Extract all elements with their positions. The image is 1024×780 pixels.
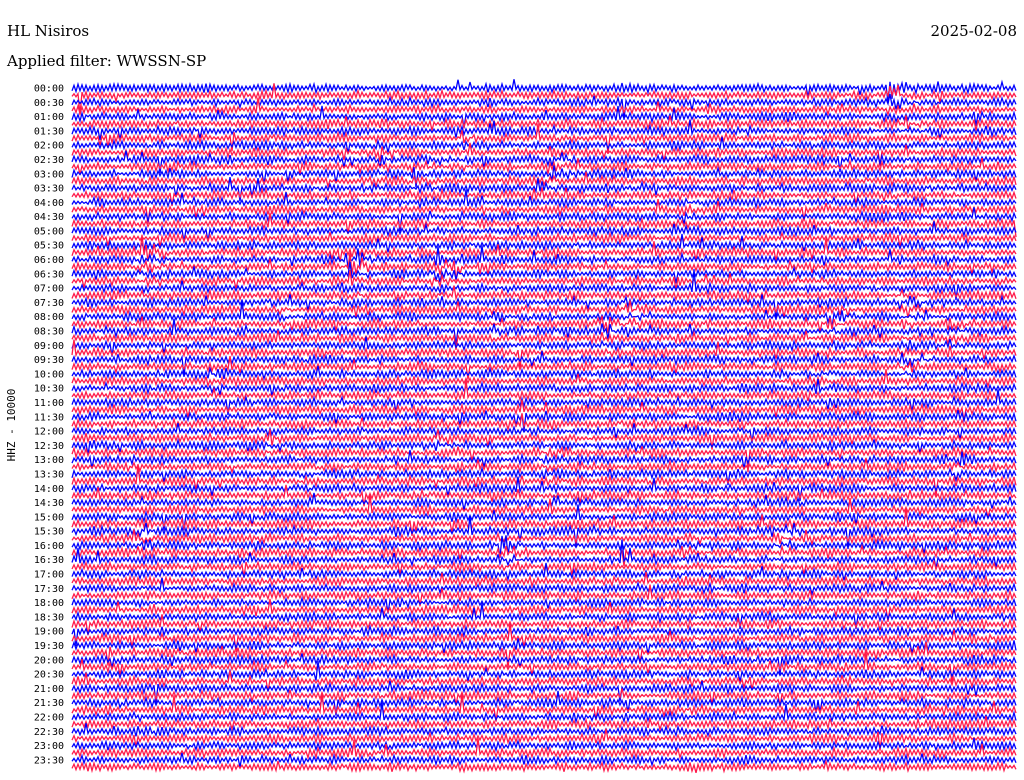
tick-label: 02:00 [34, 141, 64, 152]
tick-label: 09:00 [34, 341, 64, 352]
tick-label: 01:30 [34, 126, 64, 137]
tick-label: 22:00 [34, 713, 64, 724]
tick-label: 14:00 [34, 484, 64, 495]
tick-label: 16:30 [34, 555, 64, 566]
filter-label: Applied filter: WWSSN-SP [6, 52, 206, 70]
tick-label: 10:00 [34, 369, 64, 380]
tick-label: 04:00 [34, 198, 64, 209]
tick-label: 01:00 [34, 112, 64, 123]
tick-label: 06:30 [34, 269, 64, 280]
date-label: 2025-02-08 [931, 22, 1017, 40]
tick-label: 00:00 [34, 84, 64, 95]
tick-label: 12:00 [34, 427, 64, 438]
tick-label: 19:00 [34, 627, 64, 638]
tick-label: 11:30 [34, 412, 64, 423]
tick-label: 04:30 [34, 212, 64, 223]
tick-label: 11:00 [34, 398, 64, 409]
tick-label: 16:00 [34, 541, 64, 552]
tick-label: 18:00 [34, 598, 64, 609]
tick-label: 02:30 [34, 155, 64, 166]
tick-label: 00:30 [34, 98, 64, 109]
tick-label: 08:00 [34, 312, 64, 323]
tick-label: 08:30 [34, 327, 64, 338]
tick-label: 20:00 [34, 655, 64, 666]
tick-label: 07:00 [34, 284, 64, 295]
tick-label: 12:30 [34, 441, 64, 452]
tick-label: 06:00 [34, 255, 64, 266]
tick-label: 15:00 [34, 512, 64, 523]
helicorder-chart: 00:00 00:30 01:00 01:30 02:00 02:30 03:00 03:30… [0, 0, 1024, 780]
tick-label: 21:30 [34, 698, 64, 709]
tick-label: 07:30 [34, 298, 64, 309]
tick-label: 23:30 [34, 755, 64, 766]
tick-label: 20:30 [34, 670, 64, 681]
tick-label: 23:00 [34, 741, 64, 752]
tick-label: 05:00 [34, 226, 64, 237]
tick-label: 03:00 [34, 169, 64, 180]
tick-label: 17:30 [34, 584, 64, 595]
tick-label: 10:30 [34, 384, 64, 395]
tick-label: 15:30 [34, 527, 64, 538]
tick-label: 05:30 [34, 241, 64, 252]
y-axis-label: HHZ - 10000 [5, 389, 18, 462]
tick-label: 21:00 [34, 684, 64, 695]
tick-label: 14:30 [34, 498, 64, 509]
tick-label: 03:30 [34, 184, 64, 195]
tick-label: 17:00 [34, 570, 64, 581]
station-title: HL Nisiros [7, 22, 89, 40]
tick-label: 18:30 [34, 612, 64, 623]
tick-label: 13:30 [34, 470, 64, 481]
tick-label: 22:30 [34, 727, 64, 738]
tick-label: 19:30 [34, 641, 64, 652]
tick-label: 13:00 [34, 455, 64, 466]
tick-label: 09:30 [34, 355, 64, 366]
